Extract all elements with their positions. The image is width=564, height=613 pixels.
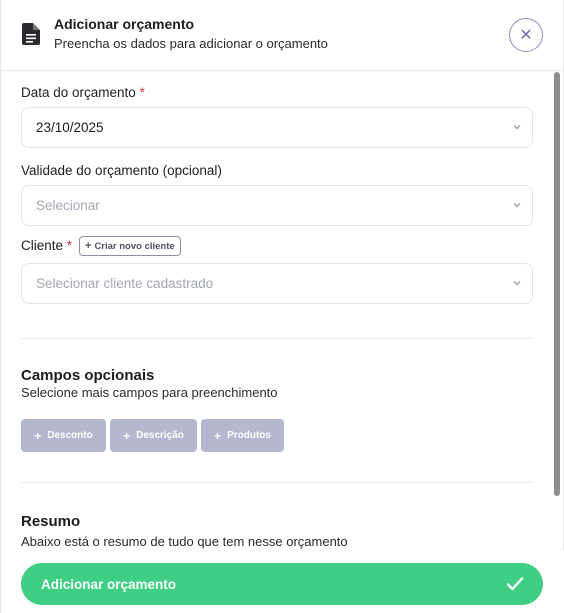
date-value: 23/10/2025 <box>36 120 104 135</box>
add-budget-panel: Adicionar orçamento Preencha os dados pa… <box>0 0 564 613</box>
close-icon: ✕ <box>519 27 533 44</box>
chevron-down-icon <box>513 281 521 286</box>
summary-title: Resumo <box>21 513 81 530</box>
chevron-down-icon <box>513 125 521 130</box>
document-icon <box>22 23 40 45</box>
chevron-down-icon <box>513 203 521 208</box>
client-label: Cliente * <box>21 238 72 253</box>
validity-select[interactable]: Selecionar <box>21 185 533 226</box>
panel-footer: Adicionar orçamento <box>1 550 564 613</box>
date-label: Data do orçamento * <box>21 85 145 100</box>
scrollbar[interactable] <box>554 72 560 496</box>
discount-label: Desconto <box>47 430 93 441</box>
plus-icon: + <box>214 428 222 443</box>
form-content: Data do orçamento * 23/10/2025 Validade … <box>1 72 553 550</box>
divider <box>21 482 533 483</box>
optional-fields-title: Campos opcionais <box>21 367 155 384</box>
check-icon <box>506 577 524 591</box>
panel-subtitle: Preencha os dados para adicionar o orçam… <box>54 36 328 51</box>
create-client-label: Criar novo cliente <box>94 240 175 252</box>
panel-title: Adicionar orçamento <box>54 16 195 32</box>
optional-fields-subtitle: Selecione mais campos para preenchimento <box>21 385 278 400</box>
plus-icon: + <box>34 428 42 443</box>
divider <box>21 338 533 339</box>
add-discount-button[interactable]: + Desconto <box>21 419 106 452</box>
plus-icon: + <box>85 240 92 252</box>
description-label: Descrição <box>136 430 184 441</box>
panel-header: Adicionar orçamento Preencha os dados pa… <box>1 0 564 71</box>
summary-subtitle: Abaixo está o resumo de tudo que tem nes… <box>21 534 348 549</box>
date-label-text: Data do orçamento <box>21 85 136 100</box>
client-label-text: Cliente <box>21 238 64 253</box>
validity-placeholder: Selecionar <box>36 198 100 213</box>
required-mark: * <box>66 238 73 253</box>
validity-label: Validade do orçamento (opcional) <box>21 163 222 178</box>
create-client-button[interactable]: + Criar novo cliente <box>79 236 181 256</box>
close-button[interactable]: ✕ <box>509 18 543 52</box>
plus-icon: + <box>123 428 131 443</box>
add-budget-button[interactable]: Adicionar orçamento <box>21 563 543 605</box>
products-label: Produtos <box>227 430 271 441</box>
add-products-button[interactable]: + Produtos <box>201 419 284 452</box>
add-description-button[interactable]: + Descrição <box>110 419 197 452</box>
date-select[interactable]: 23/10/2025 <box>21 107 533 148</box>
client-select[interactable]: Selecionar cliente cadastrado <box>21 263 533 304</box>
add-budget-label: Adicionar orçamento <box>41 576 177 592</box>
required-mark: * <box>139 85 145 100</box>
client-placeholder: Selecionar cliente cadastrado <box>36 276 214 291</box>
